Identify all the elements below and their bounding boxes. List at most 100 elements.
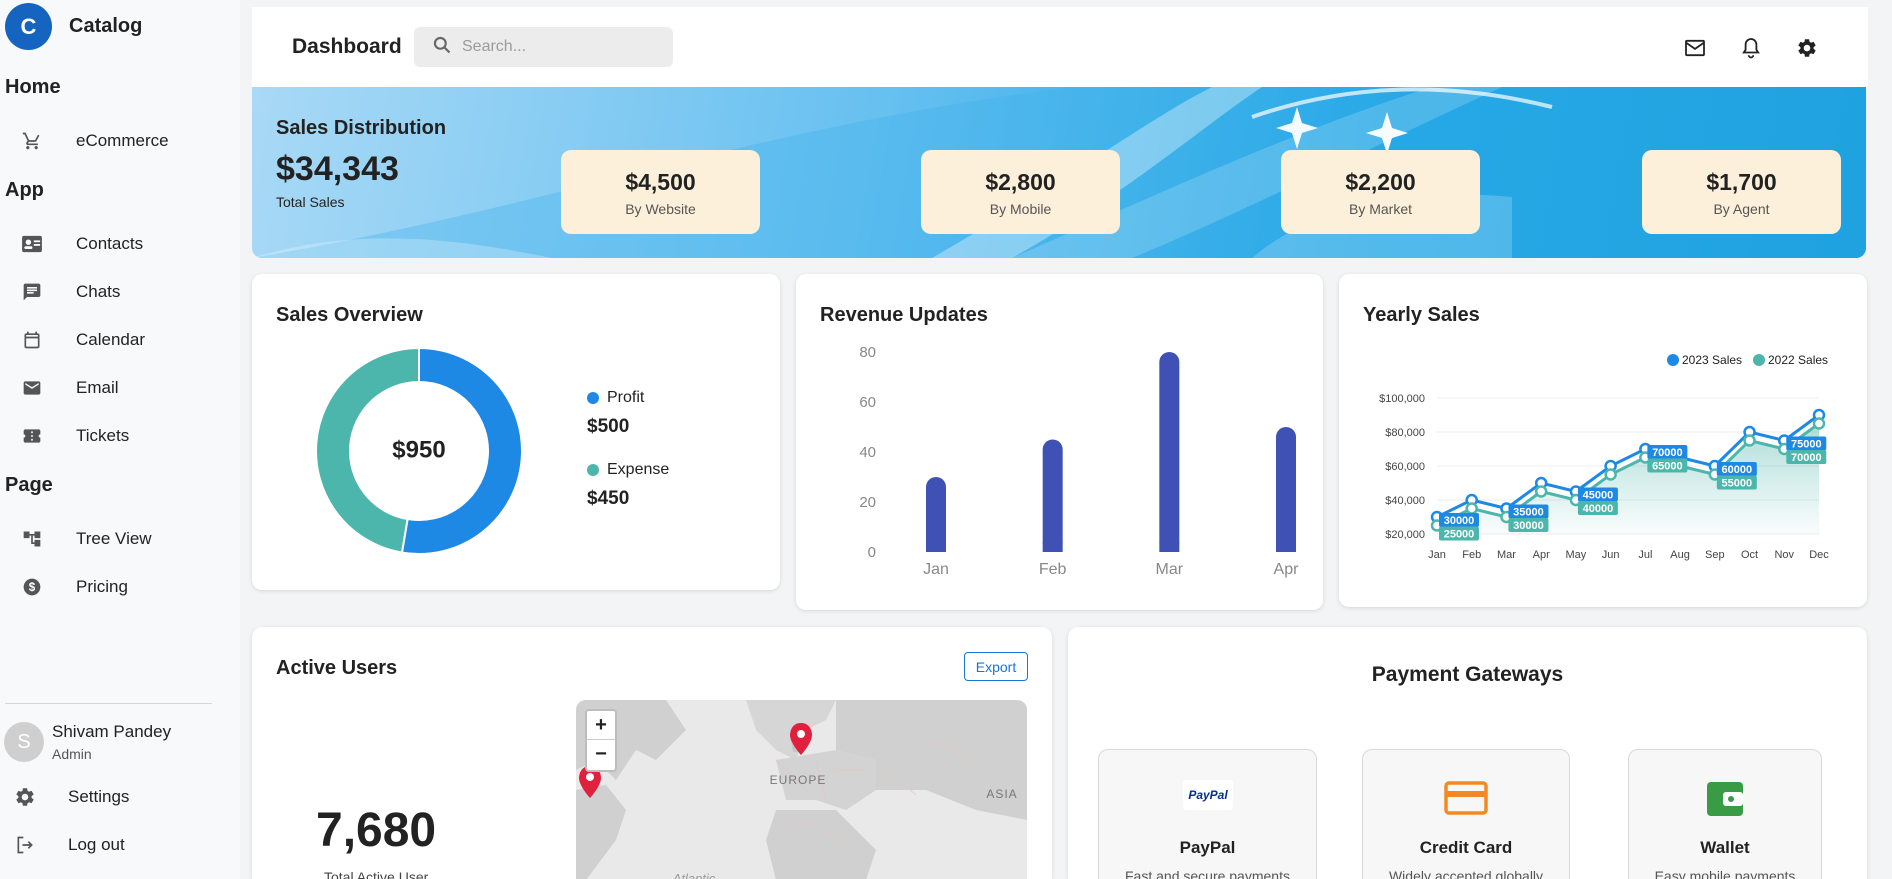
data-label: 60000 [1722,464,1753,476]
tree-icon [20,529,44,549]
x-tick-label: Apr [1274,561,1300,578]
donut-center-value: $950 [392,436,445,463]
y-tick-label: $100,000 [1379,393,1425,405]
bell-icon[interactable] [1738,35,1764,61]
sidebar-item-label: eCommerce [76,131,169,150]
x-tick-label: Mar [1156,561,1184,578]
export-button[interactable]: Export [964,652,1028,681]
zoom-in-button[interactable]: + [587,711,615,740]
x-tick-label: Aug [1670,549,1690,561]
brand[interactable]: C Catalog [5,3,142,50]
sidebar-item-label: Settings [68,787,130,806]
user-profile[interactable]: S Shivam Pandey Admin [4,722,171,762]
sidebar-item-tree-view[interactable]: Tree View [0,519,230,559]
chat-icon [20,282,44,302]
payment-name: Wallet [1700,838,1750,857]
bar-base-apr [1276,542,1296,552]
mail-icon[interactable] [1682,35,1708,61]
sales-overview-card: Sales Overview $950 Profit $500 Expense … [252,274,780,590]
sidebar-item-logout[interactable]: Log out [0,825,230,865]
data-label: 70000 [1791,452,1822,464]
data-label: 70000 [1652,447,1683,459]
yearly-sales-card: Yearly Sales $20,000 $40,000 $60,000 $80,00… [1339,274,1867,607]
sidebar-item-calendar[interactable]: Calendar [0,320,230,360]
revenue-updates-card: Revenue Updates 0 20 40 60 80 Jan Feb Mar Apr [796,274,1323,610]
data-label: 25000 [1444,529,1475,541]
sidebar-item-label: Tree View [76,529,152,548]
x-tick-label: Dec [1809,549,1829,561]
payment-desc: Widely accepted globally [1388,868,1544,879]
sidebar-item-pricing[interactable]: $ Pricing [0,567,230,607]
payment-option-credit-card[interactable]: Credit Card Widely accepted globally [1362,749,1570,879]
paypal-icon: PayPal [1182,780,1233,810]
payment-desc: Easy mobile payments [1654,868,1796,879]
card-title: Active Users [276,657,398,679]
data-point [1534,485,1548,498]
map-label-atlantic: Atlantic [672,871,716,879]
x-tick-label: May [1566,549,1587,561]
sidebar-item-email[interactable]: Email [0,368,230,408]
revenue-bar-chart: 0 20 40 60 80 Jan Feb Mar Apr [859,344,1300,578]
area-fill-2022 [1437,423,1819,534]
world-map[interactable]: EUROPE ASIA Atlantic + − [576,700,1027,879]
ticket-icon [20,426,44,446]
x-tick-label: Nov [1774,549,1794,561]
stat-label: By Market [1348,201,1412,217]
gear-icon[interactable] [1794,35,1820,61]
data-label: 45000 [1583,490,1614,502]
y-tick-label: $40,000 [1385,495,1425,507]
stat-value: $4,500 [625,169,696,195]
brand-name: Catalog [69,15,143,37]
legend-profit: Profit [587,389,644,407]
legend-dot [587,464,599,476]
legend-value: $450 [587,488,630,509]
search-box[interactable] [414,27,673,67]
cart-icon [20,131,44,151]
stat-card-mobile: $2,800 By Mobile [921,150,1120,234]
map-zoom-controls: + − [585,709,617,772]
x-tick-label: Jan [1428,549,1446,561]
data-label: 40000 [1583,503,1614,515]
top-bar: Dashboard [252,7,1868,87]
stat-label: By Agent [1713,201,1770,217]
sales-distribution-banner: Sales Distribution $34,343 Total Sales $… [252,87,1866,258]
gear-icon [13,787,37,807]
y-tick-label: $80,000 [1385,427,1425,439]
active-users-card: Active Users Export 7,680 Total Active U… [252,627,1052,879]
data-point [1812,417,1826,430]
map-canvas: EUROPE ASIA Atlantic [576,700,1027,879]
banner-title: Sales Distribution [276,117,447,139]
data-label: 30000 [1513,520,1544,532]
map-label-europe: EUROPE [770,773,827,787]
bar-feb [1042,439,1063,552]
wallet-icon [1705,780,1745,818]
y-tick-label: 0 [868,544,876,561]
search-input[interactable] [462,38,652,56]
mail-icon [20,378,44,398]
payment-option-paypal[interactable]: PayPal PayPal Fast and secure payments [1098,749,1317,879]
sidebar-item-settings[interactable]: Settings [0,777,230,817]
zoom-out-button[interactable]: − [587,740,615,769]
svg-text:$: $ [29,581,36,594]
data-label: 55000 [1722,478,1753,490]
sidebar-item-contacts[interactable]: Contacts [0,224,230,264]
sidebar: C Catalog Home eCommerce App Contacts Ch… [0,0,240,879]
total-sales-label: Total Sales [276,194,345,210]
payment-option-wallet[interactable]: Wallet Easy mobile payments [1628,749,1822,879]
legend-dot [1753,354,1765,366]
sidebar-item-chats[interactable]: Chats [0,272,230,312]
stat-card-agent: $1,700 By Agent [1642,150,1841,234]
svg-text:PayPal: PayPal [1188,788,1228,802]
sidebar-item-ecommerce[interactable]: eCommerce [0,121,230,161]
map-label-asia: ASIA [986,787,1017,801]
stat-value: $1,700 [1706,169,1777,195]
data-point [1465,502,1478,515]
dollar-icon: $ [20,577,44,597]
sidebar-item-tickets[interactable]: Tickets [0,416,230,456]
stat-card-website: $4,500 By Website [561,150,760,234]
payment-name: Credit Card [1419,838,1513,857]
y-tick-label: 60 [859,394,876,411]
data-label: 65000 [1652,461,1683,473]
x-tick-label: Jan [923,561,949,578]
legend-label: Expense [607,461,670,478]
